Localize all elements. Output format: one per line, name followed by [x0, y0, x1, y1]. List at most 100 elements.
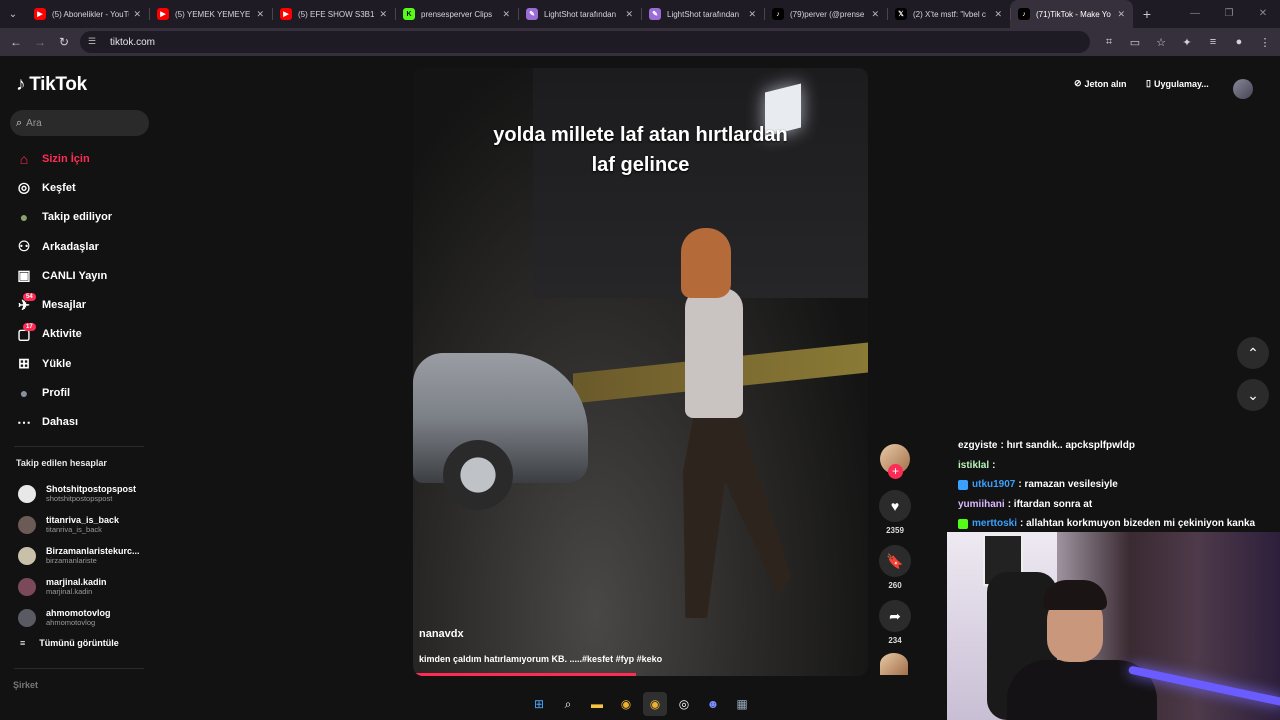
- close-tab-icon[interactable]: ✕: [748, 9, 756, 20]
- sidebar-item-following-avatar[interactable]: ● Takip ediliyor: [14, 203, 154, 232]
- sidebar-item-home[interactable]: ⌂ Sizin İçin: [14, 144, 154, 173]
- tab-title: LightShot tarafından: [667, 9, 740, 19]
- sidebar-item-more[interactable]: ⋯ Dahası: [14, 408, 154, 437]
- user-avatar[interactable]: [1233, 79, 1253, 99]
- tiktok-note-icon: ♪: [16, 74, 26, 95]
- sidebar-item-messages[interactable]: ✈ Mesajlar 54: [14, 290, 154, 319]
- video-author[interactable]: nanavdx: [419, 628, 464, 640]
- sidebar: ♪ TikTok ⌕ Ara ⌂ Sizin İçin ◎ Keşfet ● Takip …: [0, 56, 160, 720]
- avatar: [18, 577, 36, 596]
- close-tab-icon[interactable]: ✕: [133, 9, 141, 20]
- close-tab-icon[interactable]: ✕: [994, 9, 1002, 20]
- media-icon[interactable]: ≡: [1206, 36, 1220, 48]
- account-name: Birzamanlaristekurc...: [46, 546, 140, 556]
- search-icon: ⌕: [16, 116, 23, 129]
- browser-tab[interactable]: ✎ LightShot tarafından ✕: [518, 0, 641, 28]
- minimize-icon[interactable]: —: [1178, 0, 1212, 28]
- follow-plus-icon[interactable]: +: [888, 464, 903, 479]
- close-tab-icon[interactable]: ✕: [502, 9, 510, 20]
- lightshot-icon: ✎: [649, 8, 661, 20]
- save-button[interactable]: 🔖: [879, 545, 911, 577]
- browser-tab[interactable]: ✎ LightShot tarafından ✕: [641, 0, 764, 28]
- translate-icon[interactable]: ⌗: [1102, 36, 1116, 49]
- followed-account[interactable]: Birzamanlaristekurc... birzamanlariste: [18, 540, 158, 571]
- site-info-icon[interactable]: ☰: [88, 36, 100, 48]
- search-input[interactable]: ⌕ Ara: [10, 110, 149, 136]
- new-tab-button[interactable]: +: [1133, 6, 1161, 22]
- tab-list: ▶ (5) Abonelikler - YouTube ✕ ▶ (5) YEMEK YE…: [26, 0, 1133, 28]
- chat-username: yumiihani: [958, 498, 1005, 510]
- followed-account[interactable]: ahmomotovlog ahmomotovlog: [18, 602, 158, 633]
- next-video-button[interactable]: ⌄: [1237, 379, 1269, 411]
- chrome-active-icon[interactable]: ◉: [643, 692, 667, 716]
- sidebar-item-live[interactable]: ▣ CANLI Yayın: [14, 261, 154, 290]
- browser-tab[interactable]: ▶ (5) YEMEK YEMEYE O ✕: [149, 0, 272, 28]
- tab-title: prensesperver Clips: [421, 9, 493, 19]
- browser-tab[interactable]: ♪ (79)perver (@prense ✕: [764, 0, 887, 28]
- tiktok-icon: ♪: [1018, 8, 1030, 20]
- chat-username: utku1907: [972, 479, 1016, 491]
- followed-account[interactable]: marjinal.kadin marjinal.kadin: [18, 571, 158, 602]
- browser-menu-icon[interactable]: ⋮: [1258, 36, 1272, 49]
- video-scene-person-body: [685, 288, 743, 418]
- close-tab-icon[interactable]: ✕: [625, 9, 633, 20]
- sidebar-item-compass[interactable]: ◎ Keşfet: [14, 173, 154, 202]
- browser-tab[interactable]: ▶ (5) EFE SHOW S3B19 ✕: [272, 0, 395, 28]
- discord-icon[interactable]: ☻: [701, 692, 725, 716]
- close-tab-icon[interactable]: ✕: [256, 9, 264, 20]
- like-button[interactable]: ♥: [879, 490, 911, 522]
- calculator-icon[interactable]: ▦: [730, 692, 754, 716]
- sidebar-item-activity[interactable]: ▢ Aktivite 17: [14, 320, 154, 349]
- get-coins-button[interactable]: ⊘ Jeton alın: [1074, 78, 1127, 89]
- bookmark-star-icon[interactable]: ☆: [1154, 36, 1168, 49]
- file-explorer-icon[interactable]: ▬: [585, 692, 609, 716]
- reload-icon[interactable]: ↻: [52, 35, 76, 49]
- sidebar-item-label: Arkadaşlar: [42, 240, 99, 253]
- creator-avatar[interactable]: +: [880, 444, 910, 479]
- tab-search-icon[interactable]: ⌄: [0, 0, 26, 28]
- sidebar-item-friends[interactable]: ⚇ Arkadaşlar: [14, 232, 154, 261]
- forward-icon[interactable]: →: [28, 35, 52, 49]
- browser-tab[interactable]: ▶ (5) Abonelikler - YouTube ✕: [26, 0, 149, 28]
- profile-icon[interactable]: ●: [1232, 36, 1246, 48]
- close-tab-icon[interactable]: ✕: [379, 9, 387, 20]
- taskbar-search-icon[interactable]: ⌕: [556, 692, 580, 716]
- youtube-icon: ▶: [157, 8, 169, 20]
- tiktok-icon: ♪: [772, 8, 784, 20]
- sidebar-item-label: Profil: [42, 387, 71, 400]
- company-link[interactable]: Şirket: [13, 680, 38, 690]
- extensions-icon[interactable]: ✦: [1180, 36, 1194, 49]
- url-field[interactable]: ☰ tiktok.com: [80, 31, 1090, 53]
- browser-tab[interactable]: 𝕏 (2) X'te mstf: "lvbel c ✕: [887, 0, 1010, 28]
- followed-account[interactable]: titanriva_is_back titanriva_is_back: [18, 509, 158, 540]
- close-tab-icon[interactable]: ✕: [871, 9, 879, 20]
- sidebar-item-upload[interactable]: ⊞ Yükle: [14, 349, 154, 378]
- windows-start-icon[interactable]: ⊞: [527, 692, 551, 716]
- video-caption-line1: yolda millete laf atan hırtlardan: [493, 124, 788, 146]
- cast-icon[interactable]: ▭: [1128, 36, 1142, 49]
- tiktok-logo[interactable]: ♪ TikTok: [16, 74, 87, 96]
- chat-username: ezgyiste: [958, 440, 998, 452]
- browser-tab[interactable]: ♪ (71)TikTok - Make Yo ✕: [1010, 0, 1133, 28]
- chevron-down-icon: ⌄: [1247, 386, 1259, 403]
- share-button[interactable]: ➦: [879, 600, 911, 632]
- close-tab-icon[interactable]: ✕: [1117, 9, 1125, 20]
- restore-icon[interactable]: ❐: [1212, 0, 1246, 28]
- video-player[interactable]: yolda millete laf atan hırtlardan laf ge…: [413, 68, 868, 676]
- get-app-button[interactable]: ▯ Uygulamay...: [1146, 78, 1209, 89]
- browser-tab[interactable]: Kprensesperver Clips ✕: [395, 0, 518, 28]
- previous-video-button[interactable]: ⌃: [1237, 337, 1269, 369]
- back-icon[interactable]: ←: [4, 35, 28, 49]
- see-all-button[interactable]: ≡ Tümünü görüntüle: [20, 638, 119, 648]
- sidebar-item-profile-avatar[interactable]: ● Profil: [14, 378, 154, 407]
- avatar: [18, 608, 36, 627]
- obs-icon[interactable]: ◎: [672, 692, 696, 716]
- followed-account[interactable]: Shotshitpostopspost shotshitpostopspost: [18, 478, 158, 509]
- close-window-icon[interactable]: ✕: [1246, 0, 1280, 28]
- friends-icon: ⚇: [17, 238, 31, 255]
- music-disc-avatar[interactable]: [880, 653, 908, 675]
- chrome-icon[interactable]: ◉: [614, 692, 638, 716]
- account-name: titanriva_is_back: [46, 515, 120, 525]
- account-name: ahmomotovlog: [46, 608, 111, 618]
- video-progress-bar[interactable]: [413, 673, 636, 676]
